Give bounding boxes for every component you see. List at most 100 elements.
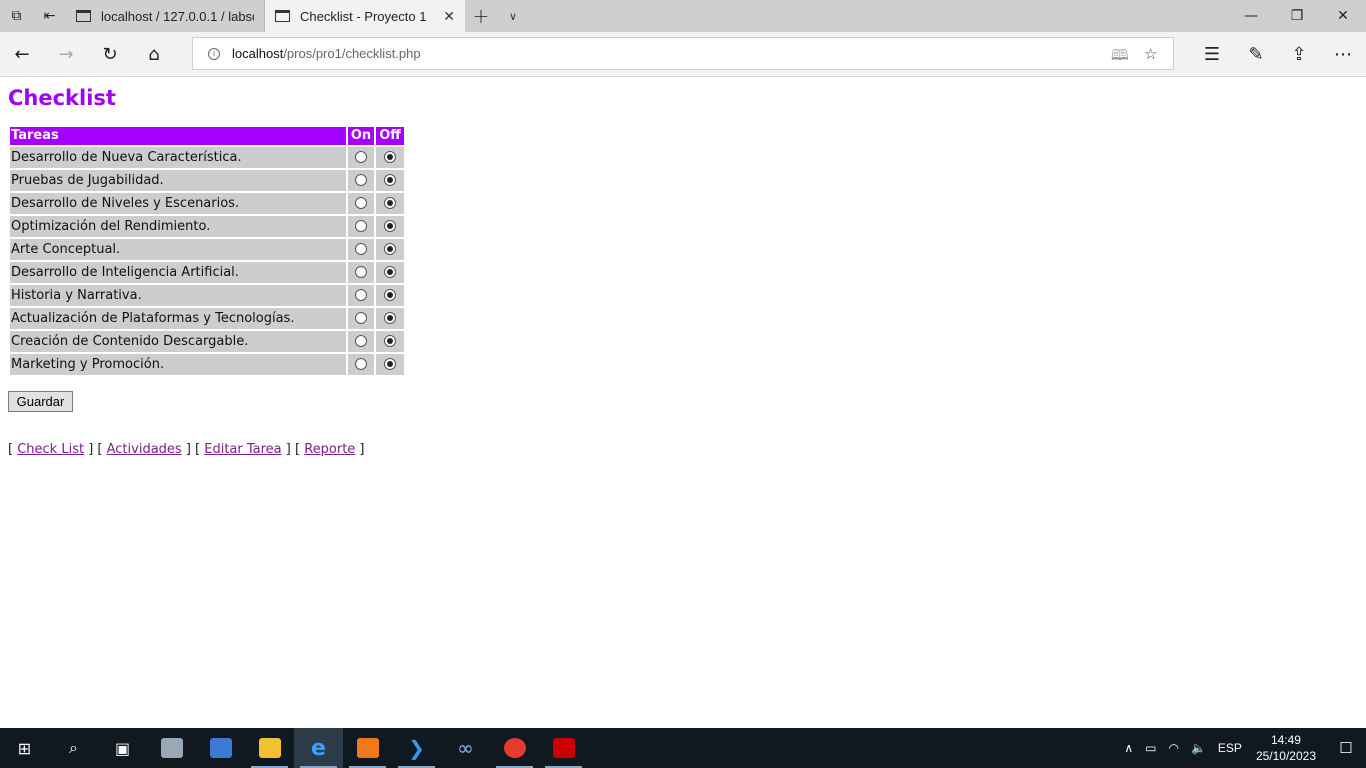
window-controls: — ❐ ✕ [1228, 0, 1366, 32]
close-tab-icon[interactable]: ✕ [443, 8, 455, 25]
tab-phpmyadmin[interactable]: localhost / 127.0.0.1 / labsd [66, 0, 265, 32]
table-row: Optimización del Rendimiento. [10, 216, 404, 237]
table-row: Creación de Contenido Descargable. [10, 331, 404, 352]
info-icon[interactable]: i [208, 47, 220, 60]
share-icon[interactable]: ⇪ [1277, 38, 1321, 70]
windows-taskbar: ⊞ ⌕ ▣ e ❯ ∞ ∧ ▭ ◠ 🔈 ESP 14:49 25/10/2023… [0, 728, 1366, 768]
tab-checklist[interactable]: Checklist - Proyecto 1 ✕ [265, 0, 465, 32]
radio-off[interactable] [384, 219, 396, 232]
task-name: Desarrollo de Nueva Característica. [10, 147, 346, 168]
restore-icon[interactable]: ❐ [1274, 0, 1320, 32]
taskbar-app[interactable] [490, 728, 539, 768]
taskbar-app[interactable]: e [294, 728, 343, 768]
radio-off[interactable] [384, 311, 396, 324]
language-indicator[interactable]: ESP [1218, 741, 1242, 755]
radio-cell-on [348, 308, 374, 329]
page-title: Checklist [8, 86, 116, 110]
radio-on[interactable] [355, 150, 367, 163]
radio-cell-off [376, 285, 404, 306]
taskbar-app[interactable] [343, 728, 392, 768]
radio-on[interactable] [355, 242, 367, 255]
radio-off[interactable] [384, 196, 396, 209]
radio-cell-on [348, 262, 374, 283]
taskbar-app[interactable] [196, 728, 245, 768]
favorite-star-icon[interactable]: ☆ [1144, 45, 1157, 63]
taskbar-app[interactable]: ❯ [392, 728, 441, 768]
link-check-list[interactable]: Check List [17, 442, 84, 457]
radio-cell-on [348, 331, 374, 352]
chevron-up-icon[interactable]: ∧ [1124, 741, 1133, 755]
chrome-icon [503, 738, 526, 758]
save-button[interactable]: Guardar [8, 391, 73, 412]
radio-on[interactable] [355, 288, 367, 301]
radio-cell-off [376, 308, 404, 329]
chevron-down-icon[interactable]: ∨ [497, 0, 529, 32]
task-name: Creación de Contenido Descargable. [10, 331, 346, 352]
tabs-aside-icon[interactable]: ⇤ [33, 0, 66, 32]
radio-off[interactable] [384, 173, 396, 186]
new-tab-icon[interactable]: + [465, 0, 497, 32]
address-bar[interactable]: i localhost/pros/pro1/checklist.php 🕮 ☆ [192, 37, 1174, 70]
forward-icon[interactable]: → [44, 38, 88, 70]
file-explorer-icon [258, 738, 281, 758]
radio-on[interactable] [355, 219, 367, 232]
infinity-app-icon: ∞ [457, 736, 474, 760]
task-view-icon: ▣ [114, 738, 131, 758]
link-reporte[interactable]: Reporte [304, 442, 355, 457]
table-row: Desarrollo de Nueva Característica. [10, 147, 404, 168]
radio-on[interactable] [355, 311, 367, 324]
minimize-icon[interactable]: — [1228, 0, 1274, 32]
volume-icon[interactable]: 🔈 [1191, 741, 1206, 755]
home-icon[interactable]: ⌂ [132, 38, 176, 70]
link-editar-tarea[interactable]: Editar Tarea [204, 442, 281, 457]
start-button[interactable]: ⊞ [0, 728, 49, 768]
table-row: Desarrollo de Inteligencia Artificial. [10, 262, 404, 283]
clock[interactable]: 14:49 25/10/2023 [1256, 732, 1316, 764]
notifications-icon[interactable]: ☐ [1326, 728, 1366, 768]
page-content: Checklist Tareas On Off Desarrollo de Nu… [0, 77, 1366, 728]
radio-off[interactable] [384, 357, 396, 370]
radio-cell-on [348, 147, 374, 168]
taskbar-app[interactable] [147, 728, 196, 768]
taskbar-app[interactable]: ∞ [441, 728, 490, 768]
windows-start-icon: ⊞ [17, 738, 32, 758]
reading-view-icon[interactable]: 🕮 [1111, 45, 1129, 70]
more-icon[interactable]: ⋯ [1321, 38, 1365, 70]
radio-off[interactable] [384, 242, 396, 255]
refresh-icon[interactable]: ↻ [88, 38, 132, 70]
radio-off[interactable] [384, 150, 396, 163]
header-off: Off [376, 127, 404, 145]
task-view-button[interactable]: ▣ [98, 728, 147, 768]
radio-cell-off [376, 170, 404, 191]
table-row: Historia y Narrativa. [10, 285, 404, 306]
close-window-icon[interactable]: ✕ [1320, 0, 1366, 32]
search-button[interactable]: ⌕ [49, 728, 98, 768]
radio-off[interactable] [384, 288, 396, 301]
vscode-icon: ❯ [408, 736, 425, 760]
favorites-hub-icon[interactable]: ☰ [1190, 38, 1234, 70]
radio-on[interactable] [355, 357, 367, 370]
tab-actions-icon[interactable]: ⧉ [0, 0, 33, 32]
radio-on[interactable] [355, 265, 367, 278]
page-icon [76, 10, 91, 22]
header-on: On [348, 127, 374, 145]
battery-icon[interactable]: ▭ [1145, 741, 1156, 755]
pen-icon[interactable]: ✎ [1234, 38, 1278, 70]
radio-cell-off [376, 193, 404, 214]
page-icon [275, 10, 290, 22]
wifi-icon[interactable]: ◠ [1168, 741, 1178, 755]
link-actividades[interactable]: Actividades [107, 442, 182, 457]
tab-label: Checklist - Proyecto 1 [300, 8, 427, 24]
taskbar-app[interactable] [245, 728, 294, 768]
radio-off[interactable] [384, 334, 396, 347]
radio-on[interactable] [355, 334, 367, 347]
radio-cell-on [348, 216, 374, 237]
task-name: Desarrollo de Inteligencia Artificial. [10, 262, 346, 283]
radio-cell-on [348, 285, 374, 306]
back-icon[interactable]: ← [0, 38, 44, 70]
taskbar-app[interactable] [539, 728, 588, 768]
radio-on[interactable] [355, 196, 367, 209]
radio-off[interactable] [384, 265, 396, 278]
radio-cell-on [348, 193, 374, 214]
radio-on[interactable] [355, 173, 367, 186]
